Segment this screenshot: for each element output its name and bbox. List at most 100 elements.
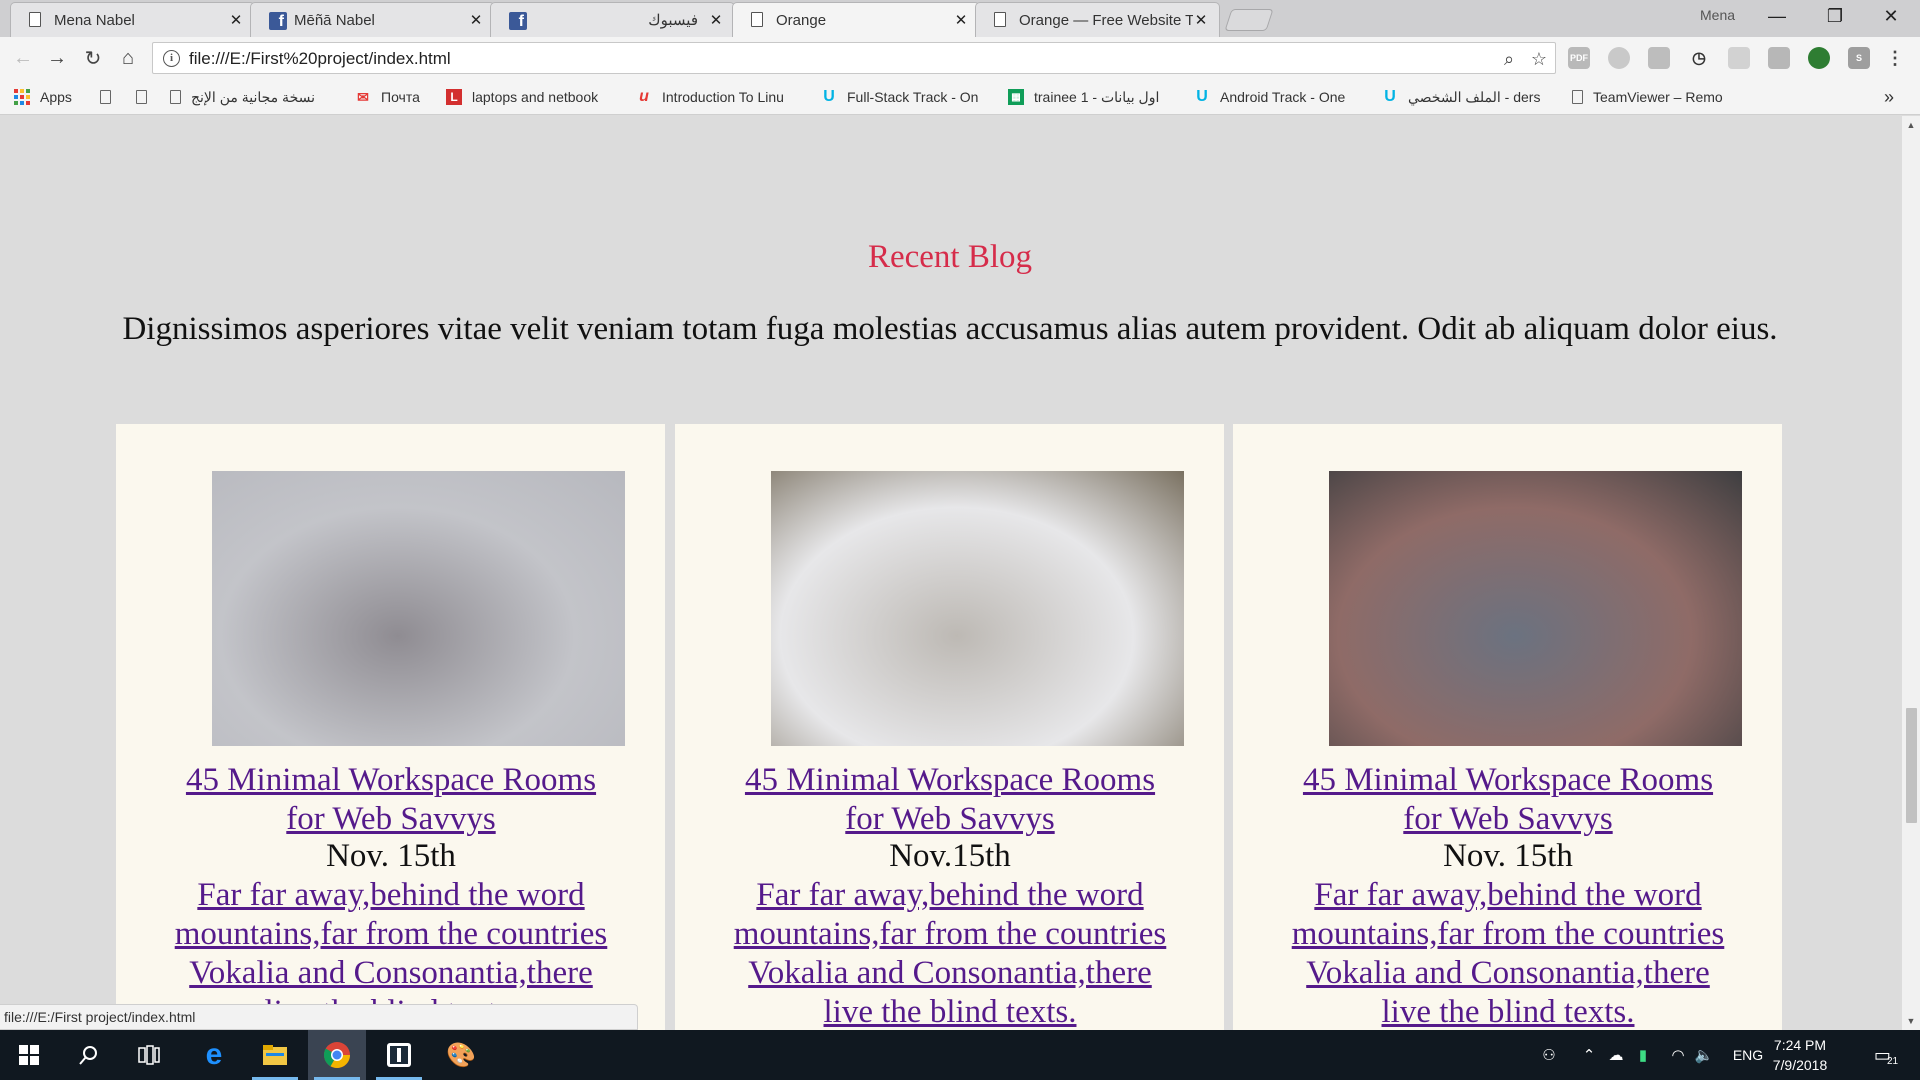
close-icon[interactable]: ✕ [468,11,484,29]
document-icon [100,90,111,104]
notifications-button[interactable]: ▭ 21 [1866,1030,1906,1080]
notification-count: 21 [1886,1055,1899,1067]
bookmark-item[interactable]: نسخة مجانية من الإنج [170,87,340,107]
l-logo-icon: L [446,89,462,105]
windows-start-icon[interactable] [0,1030,58,1080]
task-view-icon[interactable] [120,1030,178,1080]
url-text[interactable]: file:///E:/First%20project/index.html [189,49,451,69]
bookmark-item[interactable]: ▦ trainee 1 - اول بيانات [1008,87,1178,107]
blog-date: Nov. 15th [1443,838,1573,874]
bookmark-label: Android Track - One [1220,89,1346,105]
tab-title: Mena Nabel [54,11,135,29]
bookmark-item[interactable]: ✉ Почта [355,87,420,107]
document-icon [170,90,181,104]
close-icon[interactable]: ✕ [708,11,724,29]
close-window-button[interactable]: ✕ [1862,0,1920,33]
blog-title-link[interactable]: 45 Minimal Workspace Rooms for Web Savvy… [166,761,616,839]
zoom-icon[interactable]: ⌕ [1497,47,1521,71]
home-button[interactable]: ⌂ [115,45,141,71]
back-button[interactable]: ← [10,45,36,71]
s-extension-icon[interactable]: S [1848,47,1870,69]
extension-icon[interactable] [1608,47,1630,69]
forward-button[interactable]: → [44,45,70,71]
blog-image [771,471,1184,746]
info-icon[interactable]: i [163,50,180,67]
bookmark-item[interactable]: U الملف الشخصي - ders [1382,87,1557,107]
close-icon[interactable]: ✕ [228,11,244,29]
close-icon[interactable]: ✕ [1193,11,1209,29]
battery-icon[interactable]: ▮ [1632,1030,1654,1080]
restore-button[interactable]: ❐ [1806,0,1864,33]
tab-title: Orange — Free Website T [1019,11,1193,29]
tab-mena-nabel[interactable]: Mena Nabel ✕ [10,2,255,37]
tab-title: Orange [776,11,827,29]
blog-card: 45 Minimal Workspace Rooms for Web Savvy… [1233,424,1782,1030]
bookmark-item[interactable]: Llaptops and netbook [446,87,621,107]
chrome-icon[interactable] [308,1030,366,1080]
clock[interactable]: 7:24 PM 7/9/2018 [1760,1035,1840,1075]
sheets-icon: ▦ [1008,89,1024,105]
volume-icon[interactable]: 🔈 [1692,1030,1716,1080]
globe-extension-icon[interactable] [1808,47,1830,69]
people-icon[interactable]: ⚇ [1535,1030,1563,1080]
paint-icon[interactable]: 🎨 [432,1030,490,1080]
blog-title-link[interactable]: 45 Minimal Workspace Rooms for Web Savvy… [1283,761,1733,839]
minimize-button[interactable]: — [1748,0,1806,33]
bookmarks-overflow-button[interactable]: » [1884,87,1894,107]
tab-facebook-profile[interactable]: f Mēñā Nabel ✕ [250,2,495,37]
search-icon[interactable] [60,1030,118,1080]
bookmark-item[interactable] [100,87,121,107]
document-icon [136,90,147,104]
document-icon [751,12,767,28]
bookmark-apps[interactable]: Apps [14,87,72,107]
file-explorer-icon[interactable] [246,1030,304,1080]
chevron-up-icon[interactable]: ⌃ [1578,1030,1600,1080]
blog-excerpt-link[interactable]: Far far away,behind the word mountains,f… [720,876,1180,1030]
profile-name[interactable]: Mena [1700,7,1735,23]
blog-card: 45 Minimal Workspace Rooms for Web Savvy… [116,424,665,1030]
address-bar[interactable]: i file:///E:/First%20project/index.html … [152,42,1556,74]
bookmark-label: trainee 1 - اول بيانات [1034,88,1160,105]
udacity-icon: U [1196,88,1208,105]
document-icon [1572,90,1583,104]
bookmark-item[interactable]: u Introduction To Linu [636,87,806,107]
bookmark-item[interactable]: U Full-Stack Track - On [821,87,991,107]
bookmark-star-icon[interactable]: ☆ [1527,47,1551,71]
extension-icon[interactable] [1728,47,1750,69]
bookmark-item[interactable] [136,87,157,107]
document-icon [29,12,45,28]
blog-card: 45 Minimal Workspace Rooms for Web Savvy… [675,424,1224,1030]
onedrive-icon[interactable]: ☁ [1604,1030,1628,1080]
section-description: Dignissimos asperiores vitae velit venia… [122,311,1778,347]
facebook-icon: f [269,12,287,30]
blog-title-link[interactable]: 45 Minimal Workspace Rooms for Web Savvy… [725,761,1175,839]
new-tab-button[interactable] [1224,9,1274,31]
reload-button[interactable]: ↻ [80,45,106,71]
menu-kebab-icon[interactable]: ⋮ [1884,47,1906,69]
scrollbar-thumb[interactable] [1906,708,1917,823]
tab-title: Mēñā Nabel [294,11,375,29]
vertical-scrollbar[interactable]: ▲ ▼ [1902,116,1920,1030]
tab-facebook[interactable]: f فيسبوك ✕ [490,2,735,37]
blog-date: Nov. 15th [326,838,456,874]
bookmark-item[interactable]: TeamViewer – Remo [1572,87,1747,107]
speedometer-icon[interactable]: ◷ [1688,47,1710,69]
section-title: Recent Blog [867,239,1033,275]
wifi-icon[interactable]: ◠ [1666,1030,1690,1080]
bookmark-item[interactable]: U Android Track - One [1194,87,1364,107]
close-icon[interactable]: ✕ [953,11,969,29]
tab-orange-free-website[interactable]: Orange — Free Website T ✕ [975,2,1220,37]
tab-orange[interactable]: Orange ✕ [732,2,980,37]
blog-excerpt-link[interactable]: Far far away,behind the word mountains,f… [1278,876,1738,1030]
udacity-icon: U [1384,88,1396,105]
scroll-down-arrow-icon[interactable]: ▼ [1902,1012,1920,1030]
app-icon[interactable] [370,1030,428,1080]
pdf-extension-icon[interactable]: PDF [1568,47,1590,69]
edge-icon[interactable]: e [185,1030,243,1080]
save-extension-icon[interactable] [1768,47,1790,69]
browser-toolbar: ← → ↻ ⌂ i file:///E:/First%20project/ind… [0,37,1920,79]
blog-image [1329,471,1742,746]
document-icon [994,12,1010,28]
scroll-up-arrow-icon[interactable]: ▲ [1902,116,1920,134]
bookmark-extension-icon[interactable] [1648,47,1670,69]
